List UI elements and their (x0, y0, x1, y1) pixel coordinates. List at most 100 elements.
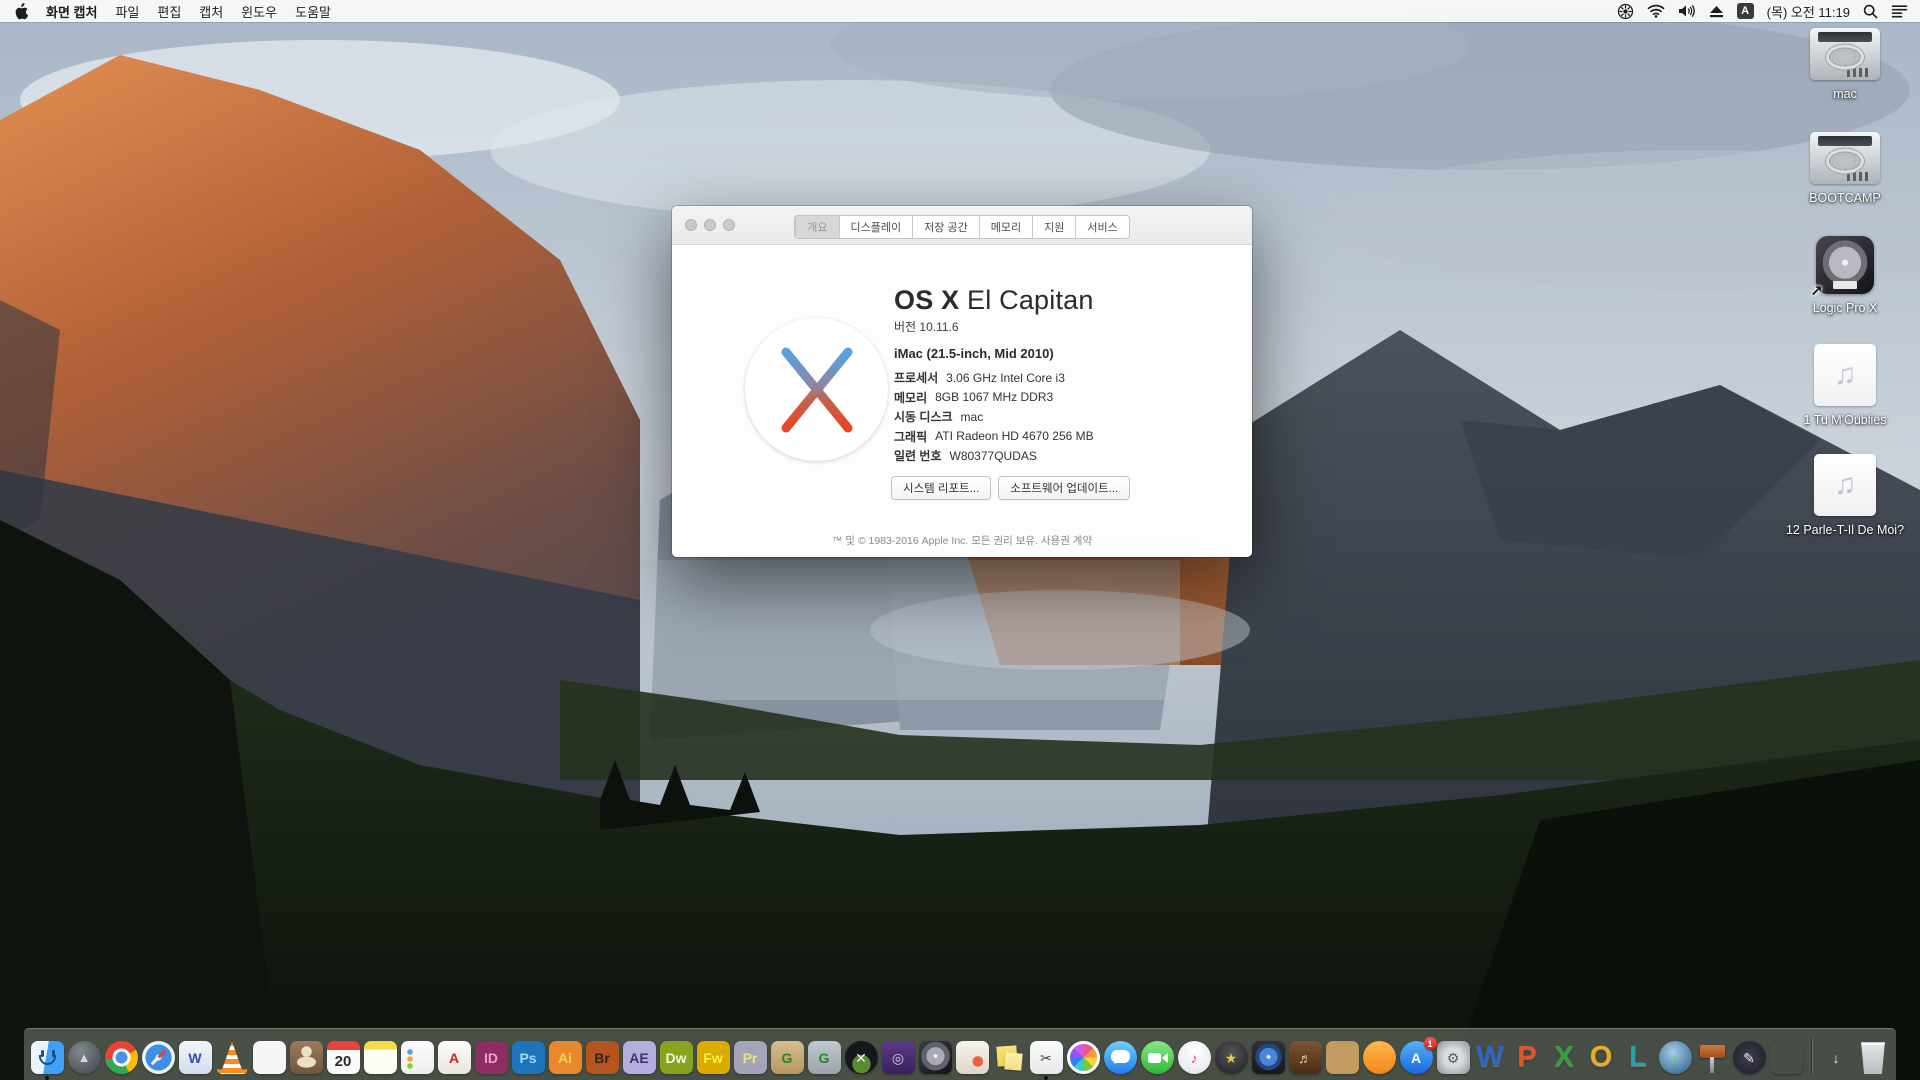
dock-item-bridge[interactable]: Br (585, 1041, 619, 1074)
dock-item-system-preferences[interactable]: ⚙ (1436, 1041, 1470, 1074)
tab[interactable]: 저장 공간 (912, 216, 979, 238)
desktop-icon-mac[interactable]: mac (1810, 28, 1880, 102)
dock-item-photo-viewer[interactable] (252, 1041, 286, 1074)
dock-item-logic-pro[interactable] (918, 1041, 952, 1074)
dock-item-contacts[interactable] (289, 1041, 323, 1074)
dock-item-chart-app[interactable] (1770, 1041, 1803, 1074)
imovie-glyph: ★ (1224, 1049, 1238, 1066)
eject-icon[interactable] (1709, 5, 1724, 18)
dock-item-garageband[interactable]: ♬ (1288, 1041, 1322, 1074)
menu-bar-status-area: A (목) 오전 11:19 (1617, 2, 1920, 21)
music-icon (1813, 454, 1876, 516)
dock-item-facetime[interactable] (1140, 1041, 1174, 1074)
spotlight-icon[interactable] (1863, 4, 1878, 19)
dock-item-downloads-folder[interactable]: ↓ (1820, 1041, 1853, 1074)
music-icon (1813, 344, 1876, 406)
dock-item-messages[interactable] (1103, 1041, 1137, 1074)
fireworks-icon: Fw (696, 1041, 730, 1074)
dock-item-ms-lync[interactable]: L (1622, 1041, 1655, 1074)
dock-item-w-web-app[interactable]: W (178, 1041, 212, 1074)
dock-item-calendar[interactable]: 20 (326, 1041, 360, 1074)
dock-item-scrivener[interactable]: ✎ (1732, 1041, 1766, 1074)
dock-item-safari[interactable] (141, 1041, 175, 1074)
dropstuff-glyph: G (818, 1049, 830, 1066)
dock-item-after-effects[interactable]: AE (622, 1041, 656, 1074)
dock-item-imovie[interactable]: ★ (1214, 1041, 1248, 1074)
desktop-icon-label: 12 Parle-T-Il De Moi? (1785, 523, 1905, 537)
indesign-icon: ID (474, 1041, 508, 1074)
desktop-icon-1-tu-m-oublies[interactable]: 1 Tu M'Oublies (1804, 344, 1886, 428)
tab[interactable]: 지원 (1032, 216, 1076, 238)
desktop-icon-12-parle-t-il-de-moi-[interactable]: 12 Parle-T-Il De Moi? (1786, 454, 1904, 538)
dock-item-trash[interactable] (1857, 1041, 1890, 1074)
tab[interactable]: 메모리 (978, 216, 1033, 238)
dock-item-illustrator[interactable]: Ai (548, 1041, 582, 1074)
dock-item-web-downloader[interactable]: ↓ (1658, 1041, 1692, 1074)
dock-item-dropstuff[interactable]: G (807, 1041, 841, 1074)
dock-item-launchpad[interactable]: ▲ (67, 1041, 101, 1074)
dock-item-acrobat[interactable]: A (437, 1041, 471, 1074)
menu-item[interactable]: 편집 (157, 5, 181, 20)
dock-item-dreamweaver[interactable]: Dw (659, 1041, 693, 1074)
dock-item-ibooks[interactable] (1362, 1041, 1396, 1074)
grab-icon: ✂ (1029, 1041, 1063, 1074)
dock-item-cork-board[interactable] (1325, 1041, 1359, 1074)
itunes-glyph: ♪ (1190, 1049, 1198, 1066)
dock-item-ms-excel[interactable]: X (1548, 1041, 1581, 1074)
dock-item-fireworks[interactable]: Fw (696, 1041, 730, 1074)
dock-item-keynote[interactable] (1696, 1041, 1729, 1074)
wifi-icon[interactable] (1647, 4, 1665, 18)
tab[interactable]: 개요 (795, 216, 839, 238)
osx-logo-icon (745, 318, 888, 461)
bridge-icon: Br (585, 1041, 619, 1074)
desktop: 화면 캡처 파일 편집 캡처 윈도우 도움말 A (목) 오전 11:19 ma… (0, 0, 1920, 1080)
dock-item-premiere[interactable]: Pr (733, 1041, 767, 1074)
dock-item-stickies[interactable] (993, 1041, 1026, 1074)
ms-lync-glyph: L (1629, 1041, 1647, 1073)
dock-item-toast[interactable]: ◎ (881, 1041, 915, 1074)
dock-item-vlc[interactable] (216, 1041, 249, 1074)
push-button[interactable]: 시스템 리포트... (891, 476, 992, 500)
active-app-menu[interactable]: 화면 캡처 (46, 2, 97, 21)
tab[interactable]: 서비스 (1075, 216, 1129, 238)
desktop-icon-bootcamp[interactable]: BOOTCAMP (1809, 132, 1881, 206)
notification-center-icon[interactable] (1891, 4, 1908, 18)
dock-item-photoshop[interactable]: Ps (511, 1041, 545, 1074)
dock-item-idvd[interactable] (1251, 1041, 1285, 1074)
menu-item[interactable]: 도움말 (295, 5, 331, 20)
dock-item-ms-word[interactable]: W (1474, 1041, 1507, 1074)
dock-item-finder[interactable] (30, 1041, 64, 1080)
premiere-glyph: Pr (742, 1049, 758, 1066)
tab[interactable]: 디스플레이 (838, 216, 913, 238)
dock-item-photos[interactable] (1066, 1041, 1100, 1074)
volume-icon[interactable] (1678, 4, 1696, 18)
menu-item[interactable]: 파일 (115, 5, 139, 20)
dock-item-stuffit-expander[interactable]: G (770, 1041, 804, 1074)
dock-item-app-store[interactable]: A1 (1399, 1037, 1437, 1074)
idvd-icon (1251, 1041, 1285, 1074)
apple-menu[interactable] (14, 2, 28, 20)
app-menus: 파일 편집 캡처 윈도우 도움말 (115, 2, 349, 21)
dock-item-x-utility[interactable]: ✕ (844, 1041, 878, 1074)
about-this-mac-window[interactable]: 개요 디스플레이 저장 공간 메모리 지원 서비스 OS X El Capita… (672, 206, 1252, 557)
desktop-icon-logic-pro-x[interactable]: Logic Pro X (1810, 236, 1877, 316)
dock-item-indesign[interactable]: ID (474, 1041, 508, 1074)
toast-icon: ◎ (881, 1041, 915, 1074)
push-button[interactable]: 소프트웨어 업데이트... (998, 476, 1131, 500)
input-source-badge[interactable]: A (1736, 3, 1754, 19)
window-titlebar[interactable]: 개요 디스플레이 저장 공간 메모리 지원 서비스 (672, 206, 1252, 245)
dock-item-reminders[interactable] (400, 1041, 434, 1074)
dock-item-itunes[interactable]: ♪ (1177, 1041, 1211, 1074)
dock-item-chrome[interactable] (104, 1041, 138, 1074)
dock-item-notes[interactable] (363, 1041, 397, 1074)
menu-item[interactable]: 윈도우 (241, 5, 277, 20)
menu-bar: 화면 캡처 파일 편집 캡처 윈도우 도움말 A (목) 오전 11:19 (0, 0, 1920, 22)
dock-item-grab[interactable]: ✂ (1029, 1041, 1063, 1080)
spec-value: 3.06 GHz Intel Core i3 (946, 370, 1065, 385)
fan-icon[interactable] (1617, 3, 1634, 20)
menu-item[interactable]: 캡처 (199, 5, 223, 20)
dock-item-ms-powerpoint[interactable]: P (1511, 1041, 1544, 1074)
menu-bar-clock[interactable]: (목) 오전 11:19 (1767, 2, 1850, 21)
dock-item-ms-outlook[interactable]: O (1585, 1041, 1618, 1074)
dock-item-compass-docs[interactable] (955, 1041, 989, 1074)
